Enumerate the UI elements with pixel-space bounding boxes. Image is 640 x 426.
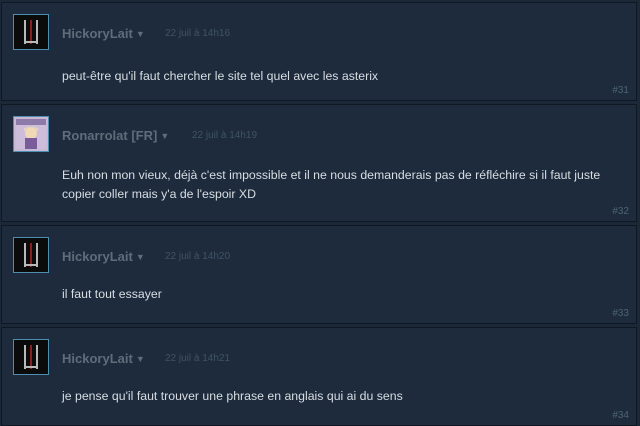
author-name[interactable]: HickoryLait ▼ <box>62 26 145 41</box>
author-name-text[interactable]: HickoryLait <box>62 249 133 264</box>
post-timestamp: 22 juil à 14h21 <box>165 353 231 364</box>
hickorylait-avatar-icon[interactable] <box>13 14 49 50</box>
dropdown-caret-icon[interactable]: ▼ <box>136 252 145 262</box>
post-number[interactable]: #31 <box>612 85 629 96</box>
hickorylait-avatar-icon[interactable] <box>13 237 49 273</box>
comment-post: Ronarrolat [FR] ▼ 22 juil à 14h19 Euh non… <box>1 104 637 222</box>
author-name[interactable]: Ronarrolat [FR] ▼ <box>62 128 169 143</box>
hickorylait-avatar-icon[interactable] <box>13 339 49 375</box>
post-text: je pense qu'il faut trouver une phrase e… <box>62 389 403 403</box>
comment-post: HickoryLait ▼ 22 juil à 14h20 il faut tou… <box>1 225 637 324</box>
post-number[interactable]: #33 <box>612 308 629 319</box>
comment-post: HickoryLait ▼ 22 juil à 14h16 peut-être q… <box>1 2 637 101</box>
post-timestamp: 22 juil à 14h19 <box>192 130 258 141</box>
post-number[interactable]: #32 <box>612 206 629 217</box>
comment-thread: HickoryLait ▼ 22 juil à 14h16 peut-être q… <box>0 0 640 426</box>
post-number[interactable]: #34 <box>612 410 629 421</box>
dropdown-caret-icon[interactable]: ▼ <box>160 131 169 141</box>
author-name-text[interactable]: HickoryLait <box>62 351 133 366</box>
comment-post: HickoryLait ▼ 22 juil à 14h21 je pense qu… <box>1 327 637 426</box>
post-text: peut-être qu'il faut chercher le site te… <box>62 69 379 83</box>
dropdown-caret-icon[interactable]: ▼ <box>136 354 145 364</box>
ronarrolat-avatar-icon[interactable] <box>13 116 49 152</box>
dropdown-caret-icon[interactable]: ▼ <box>136 29 145 39</box>
author-name[interactable]: HickoryLait ▼ <box>62 249 145 264</box>
post-text: Euh non mon vieux, déjà c'est impossible… <box>62 168 601 201</box>
author-name-text[interactable]: Ronarrolat [FR] <box>62 128 157 143</box>
post-timestamp: 22 juil à 14h20 <box>165 251 231 262</box>
post-timestamp: 22 juil à 14h16 <box>165 28 231 39</box>
post-text: il faut tout essayer <box>62 287 162 301</box>
author-name[interactable]: HickoryLait ▼ <box>62 351 145 366</box>
author-name-text[interactable]: HickoryLait <box>62 26 133 41</box>
